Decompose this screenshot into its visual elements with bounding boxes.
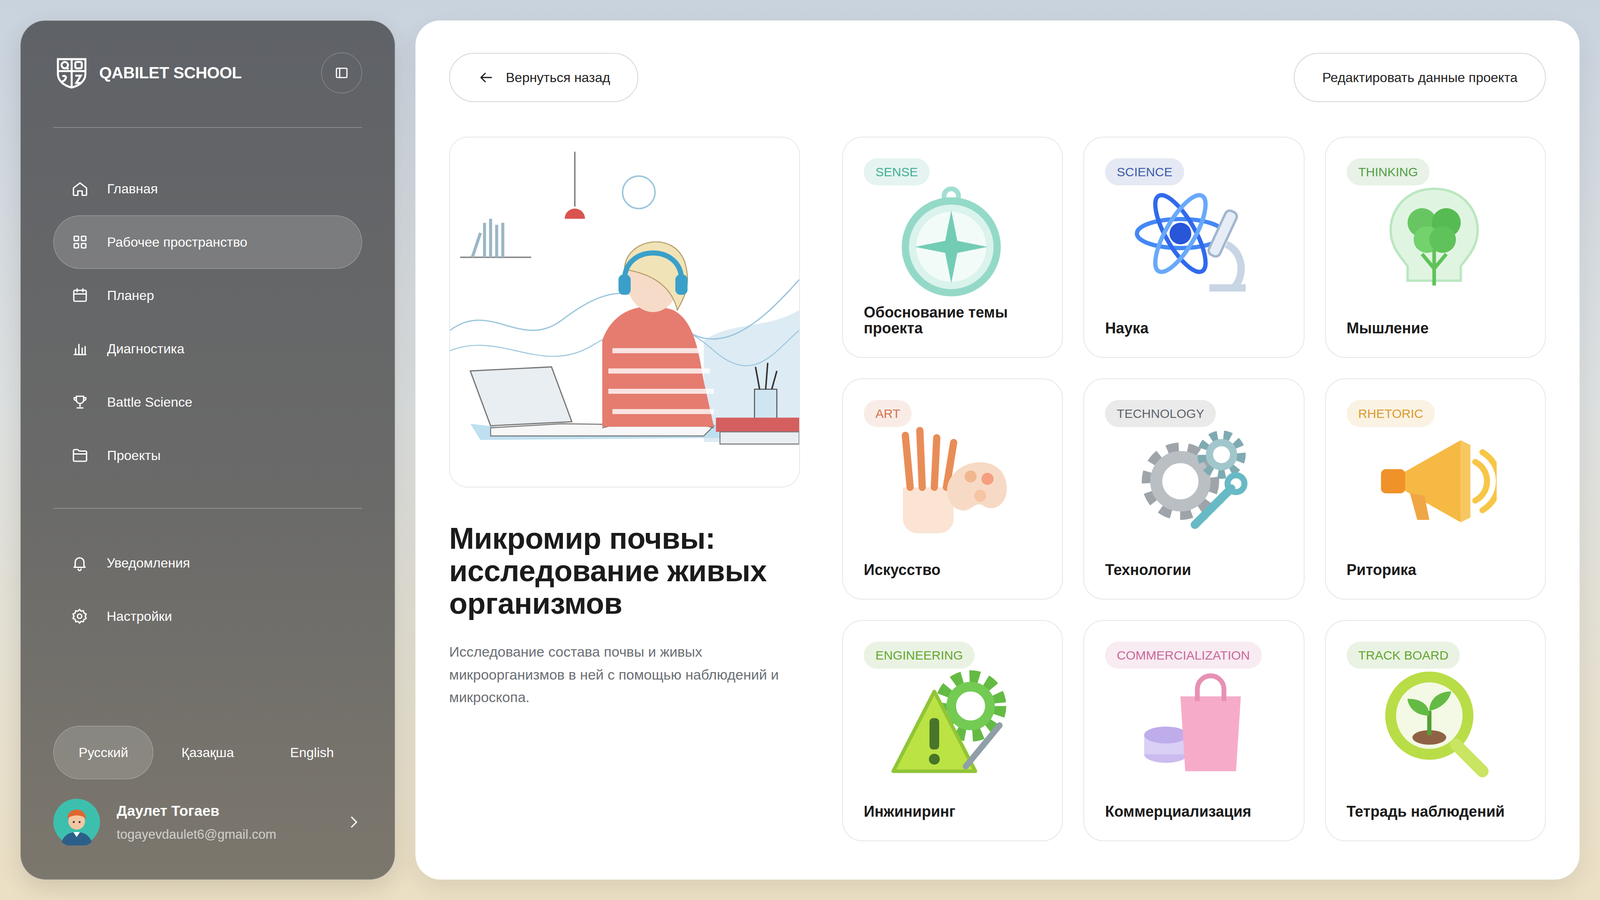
sidebar-item[interactable]: Battle Science: [53, 375, 363, 429]
secondary-nav: УведомленияНастройки: [53, 536, 363, 643]
folder-icon: [71, 446, 89, 465]
chart-icon: [71, 340, 89, 358]
app: QABILET SCHOOL ГлавнаяРабочее пространств…: [0, 0, 1600, 900]
chevron-right-icon: [345, 813, 363, 831]
module-card[interactable]: ENGINEERINGИнжиниринг: [842, 620, 1063, 842]
avatar-icon: [53, 798, 100, 846]
module-card[interactable]: SENSEОбоснование темы проекта: [842, 136, 1063, 358]
edit-project-button[interactable]: Редактировать данные проекта: [1293, 52, 1546, 103]
gears-wrench-icon: [1130, 420, 1255, 542]
module-card[interactable]: COMMERCIALIZATIONКоммерциализация: [1083, 620, 1305, 842]
gear-icon: [70, 607, 89, 625]
module-card[interactable]: SCIENCEНаука: [1083, 136, 1305, 358]
calendar-icon: [71, 286, 89, 305]
module-badge: TRACK BOARD: [1346, 641, 1461, 669]
main-panel: Вернуться назад Редактировать данные прое…: [415, 20, 1580, 880]
language-option[interactable]: Қазақша: [157, 725, 258, 780]
sidebar-item[interactable]: Проекты: [53, 428, 363, 483]
module-card[interactable]: THINKINGМышление: [1325, 136, 1546, 358]
sidebar-toggle-icon: [333, 65, 350, 81]
module-badge: TECHNOLOGY: [1105, 400, 1216, 428]
user-profile[interactable]: Даулет Тогаевtogayevdaulet6@gmail.com: [53, 798, 363, 846]
home-icon: [71, 180, 89, 198]
art-supplies-icon: [888, 420, 1014, 542]
module-badge: SCIENCE: [1105, 158, 1184, 186]
back-button[interactable]: Вернуться назад: [449, 52, 639, 103]
module-card[interactable]: TRACK BOARDТетрадь наблюдений: [1325, 620, 1546, 842]
module-badge: RHETORIC: [1346, 400, 1435, 428]
magnifier-sprout-icon: [1371, 662, 1497, 784]
module-card[interactable]: ARTИскусство: [842, 378, 1063, 600]
project-cover: [449, 136, 800, 488]
sidebar-item[interactable]: Диагностика: [53, 322, 363, 376]
divider: [53, 127, 363, 128]
divider: [53, 507, 363, 509]
shield-logo-icon: [53, 54, 90, 92]
language-switcher: РусскийҚазақшаEnglish: [53, 725, 363, 780]
sidebar-item[interactable]: Главная: [53, 162, 363, 216]
compass-icon: [888, 179, 1014, 300]
module-badge: SENSE: [863, 158, 930, 186]
brain-bulb-icon: [1371, 179, 1497, 300]
main-nav: ГлавнаяРабочее пространствоПланерДиагнос…: [53, 162, 363, 483]
grid-icon: [71, 233, 89, 251]
module-grid: SENSEОбоснование темы проектаSCIENCEНаук…: [842, 136, 1546, 842]
trophy-icon: [71, 393, 89, 411]
module-card[interactable]: TECHNOLOGYТехнологии: [1083, 378, 1305, 600]
language-option[interactable]: English: [262, 725, 363, 780]
module-badge: ENGINEERING: [863, 641, 975, 669]
brand[interactable]: QABILET SCHOOL: [53, 54, 242, 92]
module-badge: THINKING: [1346, 158, 1430, 186]
sidebar-item[interactable]: Настройки: [53, 589, 363, 643]
engineering-warning-icon: [888, 662, 1014, 784]
language-option[interactable]: Русский: [53, 725, 154, 780]
arrow-left-icon: [477, 69, 495, 86]
atom-microscope-icon: [1130, 179, 1255, 300]
module-card[interactable]: RHETORICРиторика: [1325, 378, 1546, 600]
megaphone-icon: [1371, 420, 1497, 542]
bell-icon: [70, 554, 89, 572]
module-badge: ART: [863, 400, 912, 428]
sidebar-item[interactable]: Рабочее пространство: [53, 215, 363, 269]
sidebar-item[interactable]: Планер: [53, 268, 363, 323]
project-illustration: [450, 137, 800, 487]
module-badge: COMMERCIALIZATION: [1105, 641, 1262, 669]
sidebar-item[interactable]: Уведомления: [53, 536, 363, 590]
collapse-button[interactable]: [321, 52, 363, 94]
sidebar: QABILET SCHOOL ГлавнаяРабочее пространств…: [20, 20, 395, 880]
shopping-bag-icon: [1130, 662, 1255, 784]
